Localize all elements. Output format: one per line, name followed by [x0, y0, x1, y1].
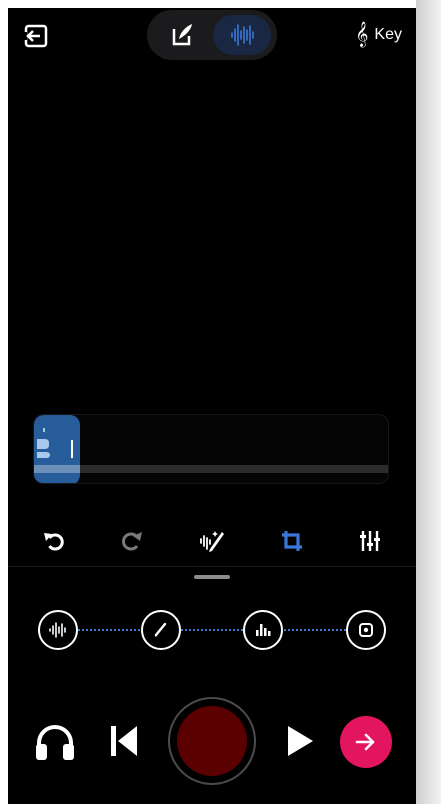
panel-divider: [8, 566, 416, 567]
tool-row: [8, 523, 416, 559]
step-connector: [78, 629, 140, 631]
crop-icon: [282, 531, 302, 551]
write-mode-button[interactable]: [153, 15, 211, 55]
audio-mode-button[interactable]: [213, 15, 271, 55]
waveform-icon: [49, 622, 66, 638]
exit-icon: [23, 24, 48, 48]
monitor-button[interactable]: [34, 722, 76, 762]
step-connector: [284, 629, 346, 631]
next-button[interactable]: [340, 716, 392, 768]
drag-handle[interactable]: [194, 575, 230, 579]
crop-button[interactable]: [276, 525, 308, 557]
record-indicator: [177, 706, 247, 776]
treble-clef-icon: 𝄞: [355, 22, 369, 47]
equalizer-icon: [256, 624, 271, 636]
play-button[interactable]: [284, 724, 316, 758]
key-label: Key: [374, 26, 402, 43]
audio-track[interactable]: [33, 414, 389, 484]
magic-edit-button[interactable]: [196, 525, 228, 557]
record-button[interactable]: [168, 697, 256, 785]
next-arrow-icon: [355, 733, 375, 751]
top-bar: 𝄞 Key: [8, 8, 416, 68]
pen-icon: [154, 622, 167, 637]
waveform-icon: [231, 24, 254, 46]
edit-note-icon: [172, 24, 192, 46]
app-screen: 𝄞 Key: [0, 0, 441, 804]
clip-timeline: [34, 465, 80, 473]
mixer-button[interactable]: [354, 525, 386, 557]
skip-back-button[interactable]: [108, 724, 140, 758]
master-icon: [359, 623, 373, 637]
clip-waveform: [37, 428, 73, 458]
undo-button[interactable]: [38, 525, 70, 557]
mixer-icon: [360, 531, 380, 551]
undo-icon: [44, 533, 64, 551]
mode-toggle: [147, 10, 277, 60]
workflow-steps: [8, 608, 416, 652]
editor-frame: 𝄞 Key: [8, 8, 416, 804]
side-shade: [416, 0, 441, 804]
step-mix[interactable]: [243, 610, 283, 650]
step-connector: [181, 629, 243, 631]
headphones-icon: [36, 725, 74, 760]
audio-clip[interactable]: [34, 415, 80, 483]
exit-button[interactable]: [22, 22, 50, 50]
play-icon: [288, 726, 313, 756]
step-record[interactable]: [38, 610, 78, 650]
key-button[interactable]: 𝄞 Key: [355, 21, 402, 49]
redo-button[interactable]: [116, 525, 148, 557]
skip-back-icon: [111, 726, 137, 756]
step-pitch[interactable]: [141, 610, 181, 650]
redo-icon: [122, 532, 142, 551]
track-timeline: [34, 465, 388, 473]
magic-edit-icon: [200, 531, 224, 552]
step-master[interactable]: [346, 610, 386, 650]
transport-controls: [8, 696, 416, 786]
